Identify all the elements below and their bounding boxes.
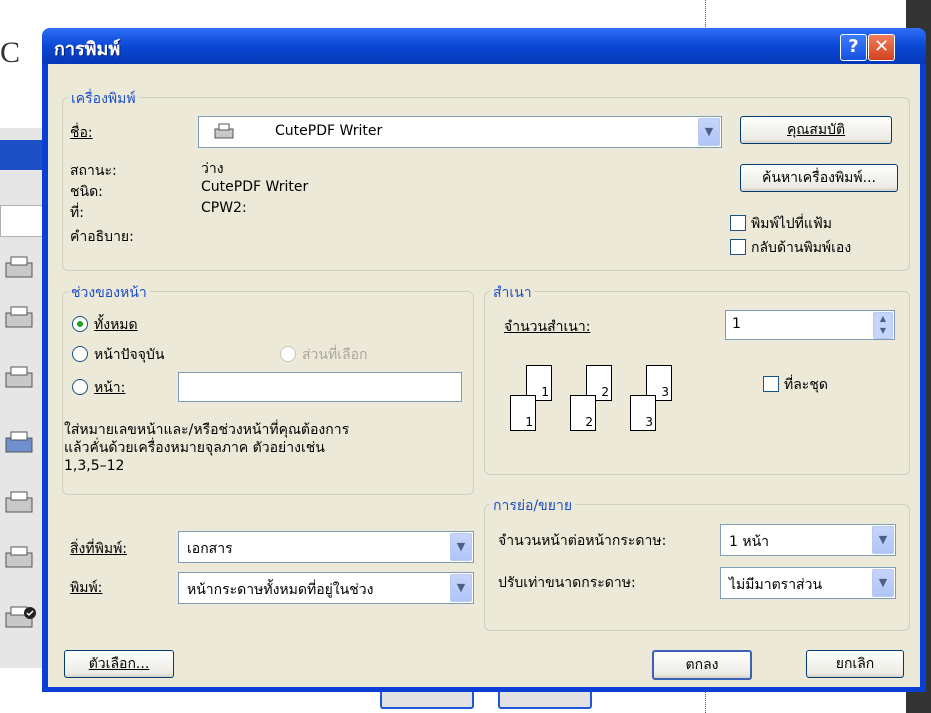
chevron-down-icon[interactable]: ▼ <box>698 118 720 146</box>
where-label: ที่: <box>70 205 84 221</box>
printer-name-select[interactable]: CutePDF Writer ▼ <box>198 116 722 148</box>
page-number: 3 <box>661 385 669 399</box>
page-number: 2 <box>601 385 609 399</box>
properties-button-label: คุณสมบัติ <box>786 122 846 138</box>
help-button[interactable]: ? <box>840 34 867 61</box>
print-dialog: การพิมพ์ ? ✕ เครื่องพิมพ์ ชื่อ: CutePDF … <box>42 28 926 692</box>
page-range-legend: ช่วงของหน้า <box>68 282 150 304</box>
ok-button[interactable]: ตกลง <box>652 650 752 680</box>
current-page-radio[interactable] <box>72 346 88 362</box>
printer-icon <box>214 123 234 139</box>
printer-icon <box>5 491 33 513</box>
pages-radio[interactable] <box>72 379 88 395</box>
selection-label: ส่วนที่เลือก <box>302 347 368 363</box>
print-what-select[interactable]: เอกสาร ▼ <box>178 531 474 563</box>
comment-label: คำอธิบาย: <box>70 229 134 245</box>
page-number: 2 <box>585 415 593 429</box>
help-text-line: ใส่หมายเลขหน้าและ/หรือช่วงหน้าที่คุณต้อง… <box>64 422 350 438</box>
page-range-help-text: ใส่หมายเลขหน้าและ/หรือช่วงหน้าที่คุณต้อง… <box>64 421 349 475</box>
printer-group-legend: เครื่องพิมพ์ <box>68 88 139 110</box>
pages-label[interactable]: หน้า: <box>94 377 125 399</box>
chevron-down-icon[interactable]: ▼ <box>450 574 472 602</box>
copies-count-label: จำนวนสำเนา: <box>504 319 591 335</box>
type-label: ชนิด: <box>70 184 103 200</box>
background-list-header <box>0 140 45 170</box>
dialog-title: การพิมพ์ <box>54 39 121 60</box>
current-page-label[interactable]: หน้าปัจจุบัน <box>94 344 164 366</box>
help-text-line: แล้วคั่นด้วยเครื่องหมายจุลภาค ตัวอย่างเช… <box>64 440 325 456</box>
close-button[interactable]: ✕ <box>868 34 895 61</box>
pages-per-sheet-select[interactable]: 1 หน้า ▼ <box>720 524 896 556</box>
page-number: 3 <box>645 415 653 429</box>
printer-icon <box>5 366 33 388</box>
page-icon: 3 <box>630 395 656 431</box>
dialog-body: เครื่องพิมพ์ ชื่อ: CutePDF Writer ▼ คุณส… <box>48 64 920 687</box>
print-to-file-label[interactable]: พิมพ์ไปที่แฟ้ม <box>751 213 832 235</box>
find-printer-button[interactable]: ค้นหาเครื่องพิมพ์... <box>740 164 898 192</box>
page-icon: 1 <box>510 395 536 431</box>
copies-count-value: 1 <box>732 316 741 332</box>
zoom-legend: การย่อ/ขยาย <box>490 495 576 517</box>
collate-set-2: 2 2 <box>570 365 622 433</box>
cancel-button[interactable]: ยกเลิก <box>806 650 904 678</box>
manual-duplex-checkbox[interactable] <box>730 239 746 255</box>
status-value: ว่าง <box>201 161 224 177</box>
manual-duplex-label[interactable]: กลับด้านพิมพ์เอง <box>751 237 851 259</box>
pages-input[interactable] <box>178 372 462 402</box>
print-pages-label: พิมพ์: <box>70 580 103 596</box>
ok-button-label: ตกลง <box>685 657 719 673</box>
scale-value: ไม่มีมาตราส่วน <box>729 577 823 593</box>
copies-legend: สำเนา <box>490 282 535 304</box>
printer-icon <box>5 256 33 278</box>
printer-name-value: CutePDF Writer <box>275 123 383 139</box>
page-number: 1 <box>525 415 533 429</box>
page-icon: 2 <box>570 395 596 431</box>
chevron-down-icon[interactable]: ▼ <box>872 526 894 554</box>
scale-select[interactable]: ไม่มีมาตราส่วน ▼ <box>720 567 896 599</box>
help-text-line: 1,3,5–12 <box>64 458 125 474</box>
cancel-button-label: ยกเลิก <box>835 656 875 672</box>
chevron-down-icon[interactable]: ▼ <box>872 569 894 597</box>
printer-icon <box>5 306 33 328</box>
printer-name-label: ชื่อ: <box>70 125 93 141</box>
find-printer-button-label: ค้นหาเครื่องพิมพ์... <box>762 170 876 186</box>
default-printer-icon <box>5 606 36 628</box>
print-pages-value: หน้ากระดาษทั้งหมดที่อยู่ในช่วง <box>187 582 374 598</box>
pages-per-sheet-value: 1 หน้า <box>729 534 770 550</box>
collate-checkbox[interactable] <box>763 376 779 392</box>
status-label: สถานะ: <box>70 163 117 179</box>
print-what-label: สิ่งที่พิมพ์: <box>70 541 128 557</box>
all-pages-radio[interactable] <box>72 316 88 332</box>
spinner-icon[interactable]: ▲ ▼ <box>873 312 893 339</box>
collate-set-3: 3 3 <box>630 365 682 433</box>
options-button-label: ตัวเลือก... <box>88 656 150 672</box>
all-pages-label[interactable]: ทั้งหมด <box>94 314 138 336</box>
options-button[interactable]: ตัวเลือก... <box>64 650 174 678</box>
type-value: CutePDF Writer <box>201 179 309 195</box>
chevron-down-icon[interactable]: ▼ <box>450 533 472 561</box>
pages-per-sheet-label: จำนวนหน้าต่อหน้ากระดาษ: <box>498 533 667 549</box>
scale-label: ปรับเท่าขนาดกระดาษ: <box>498 575 636 591</box>
page-number: 1 <box>541 385 549 399</box>
print-to-file-checkbox[interactable] <box>730 215 746 231</box>
collate-set-1: 1 1 <box>510 365 562 433</box>
print-pages-select[interactable]: หน้ากระดาษทั้งหมดที่อยู่ในช่วง ▼ <box>178 572 474 604</box>
title-bar[interactable]: การพิมพ์ ? ✕ <box>42 28 926 64</box>
background-document-text: C <box>0 36 21 69</box>
properties-button[interactable]: คุณสมบัติ <box>740 116 892 144</box>
copies-count-input[interactable]: 1 ▲ ▼ <box>725 310 895 340</box>
where-value: CPW2: <box>201 200 247 216</box>
printer-icon <box>5 431 33 453</box>
collate-label[interactable]: ที่ละชุด <box>784 374 828 396</box>
background-list-item <box>0 205 47 237</box>
printer-icon <box>5 546 33 568</box>
selection-radio[interactable] <box>280 346 296 362</box>
print-what-value: เอกสาร <box>187 541 233 557</box>
